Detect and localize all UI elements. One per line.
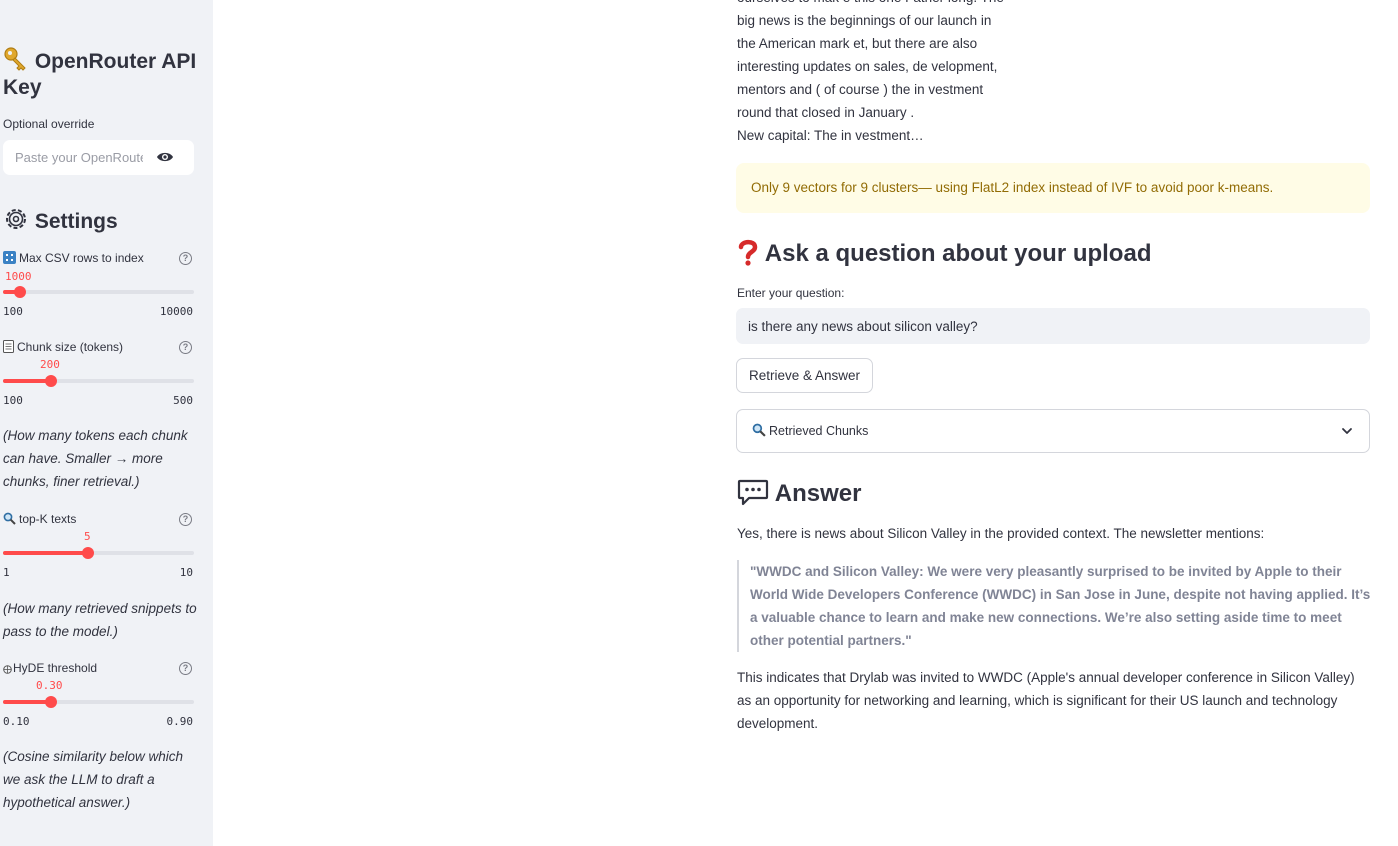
slider-label-chunk-size: Chunk size (tokens) <box>3 340 123 354</box>
page-icon <box>3 340 14 353</box>
ask-question-heading: Ask a question about your upload <box>737 238 1151 269</box>
expander-label: Retrieved Chunks <box>769 424 869 438</box>
slider-value: 0.30 <box>36 679 63 692</box>
help-icon[interactable]: ? <box>179 662 192 675</box>
slider-min: 1 <box>3 566 10 579</box>
preview-line: round that closed in January . <box>737 105 915 120</box>
slider-max-csv-rows[interactable] <box>3 286 194 298</box>
slider-value: 5 <box>84 530 91 543</box>
slider-hyde-threshold[interactable] <box>3 696 194 708</box>
warning-alert: Only 9 vectors for 9 clusters— using Fla… <box>736 163 1370 213</box>
help-icon[interactable]: ? <box>179 341 192 354</box>
brain-icon <box>3 665 12 674</box>
slider-label-hyde-threshold: HyDE threshold <box>3 661 97 675</box>
answer-intro: Yes, there is news about Silicon Valley … <box>737 526 1265 541</box>
question-mark-icon <box>738 239 758 266</box>
slider-chunk-size[interactable] <box>3 375 194 387</box>
slider-thumb[interactable] <box>14 286 26 298</box>
magnifier-icon <box>752 423 766 437</box>
retrieved-chunks-expander[interactable]: Retrieved Chunks <box>736 409 1370 453</box>
slider-min: 100 <box>3 394 23 407</box>
slider-thumb[interactable] <box>45 375 57 387</box>
slider-thumb[interactable] <box>45 696 57 708</box>
slider-fill <box>3 700 51 704</box>
grid-icon <box>3 251 16 264</box>
preview-line: mentors and ( of course ) the in vestmen… <box>737 82 984 97</box>
help-icon[interactable]: ? <box>179 252 192 265</box>
slider-label-max-csv-rows: Max CSV rows to index <box>3 251 144 265</box>
api-key-input[interactable] <box>3 140 143 175</box>
preview-line: big news is the beginnings of our launch… <box>737 13 992 28</box>
eye-icon[interactable] <box>156 151 174 163</box>
slider-min: 100 <box>3 305 23 318</box>
answer-quote: "WWDC and Silicon Valley: We were very p… <box>737 560 1371 652</box>
question-input[interactable] <box>736 308 1370 344</box>
api-key-title: OpenRouter API Key <box>3 50 197 99</box>
slider-label-top-k: top-K texts <box>3 512 76 526</box>
gear-icon <box>6 209 26 229</box>
api-key-label: Optional override <box>3 117 95 131</box>
preview-line: ourselves to mak e this one Father long.… <box>737 0 1012 9</box>
document-preview: ourselves to mak e this one Father long.… <box>737 0 1012 147</box>
preview-line: New capital: The in vestment… <box>737 128 924 143</box>
preview-line: interesting updates on sales, de velopme… <box>737 59 998 74</box>
slider-max: 500 <box>173 394 193 407</box>
slider-thumb[interactable] <box>82 547 94 559</box>
api-key-heading: OpenRouter API Key <box>3 46 203 101</box>
magnifier-icon <box>3 512 16 525</box>
key-icon <box>4 47 26 71</box>
sidebar: OpenRouter API Key Optional override Set… <box>0 0 213 846</box>
hyde-threshold-note: (Cosine similarity below which we ask th… <box>3 749 184 810</box>
settings-heading: Settings <box>3 206 118 235</box>
chevron-down-icon <box>1342 428 1352 434</box>
slider-max: 10 <box>179 566 193 579</box>
chunk-size-note: (How many tokens each chunk can have. Sm… <box>3 428 188 489</box>
help-icon[interactable]: ? <box>179 513 192 526</box>
answer-heading: Answer <box>737 478 861 509</box>
api-key-field[interactable] <box>3 140 194 175</box>
ask-question-title: Ask a question about your upload <box>764 240 1152 267</box>
slider-top-k[interactable] <box>3 547 194 559</box>
slider-value: 1000 <box>5 270 32 283</box>
settings-title: Settings <box>34 210 118 233</box>
slider-min: 0.10 <box>3 715 30 728</box>
retrieve-answer-button[interactable]: Retrieve & Answer <box>736 358 874 393</box>
question-label: Enter your question: <box>737 286 845 300</box>
preview-line: the American mark et, but there are also <box>737 36 978 51</box>
answer-conclusion: This indicates that Drylab was invited t… <box>737 670 1355 731</box>
top-k-note: (How many retrieved snippets to pass to … <box>3 601 197 639</box>
slider-max: 0.90 <box>166 715 194 728</box>
slider-value: 200 <box>40 358 60 371</box>
slider-max: 10000 <box>159 305 193 318</box>
answer-title: Answer <box>774 480 862 507</box>
slider-fill <box>3 379 51 383</box>
speech-bubble-icon <box>737 479 769 506</box>
slider-fill <box>3 551 88 555</box>
